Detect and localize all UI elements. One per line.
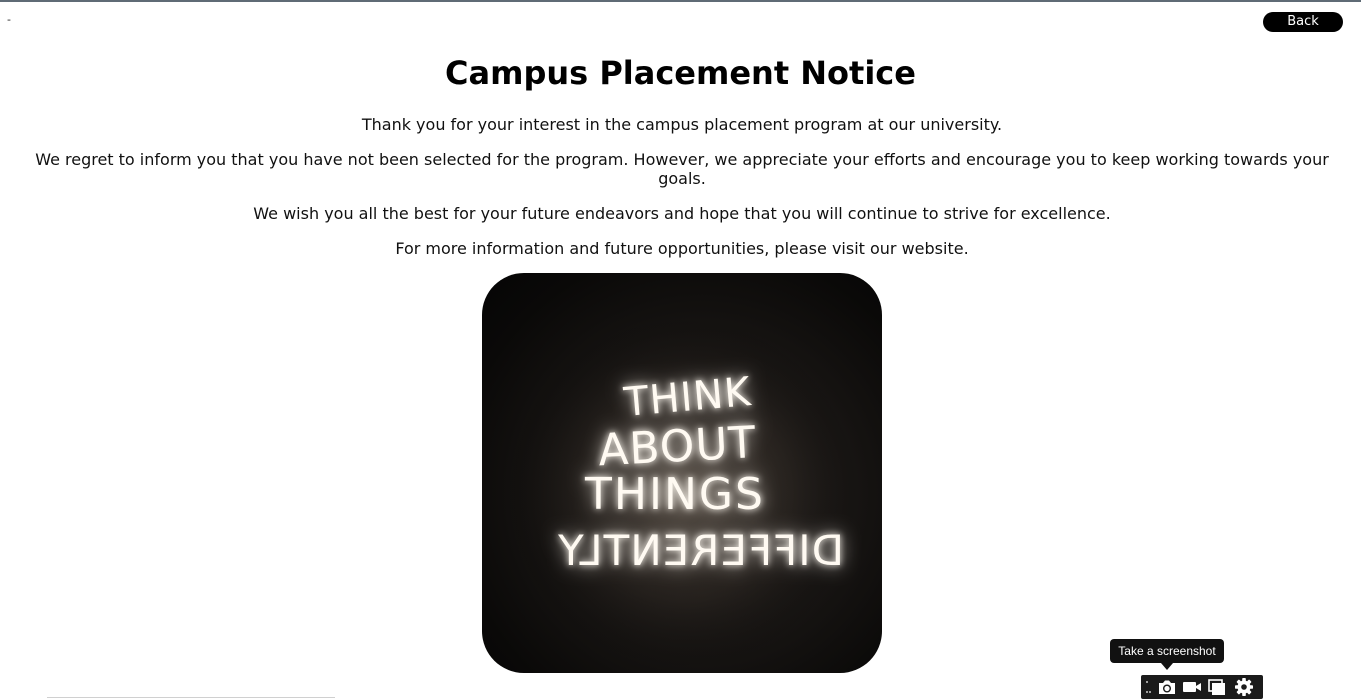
gear-icon[interactable] bbox=[1233, 677, 1255, 697]
tooltip-arrow bbox=[1161, 663, 1173, 670]
neon-sign-graphic: THINK ABOUT THINGS DIFFERENTLY bbox=[482, 273, 882, 673]
notice-paragraph-1: Thank you for your interest in the campu… bbox=[361, 115, 1003, 134]
neon-line-about: ABOUT bbox=[597, 417, 758, 476]
grip-icon[interactable] bbox=[1145, 679, 1151, 695]
back-button[interactable]: Back bbox=[1263, 12, 1343, 32]
capture-toolbar bbox=[1141, 675, 1263, 699]
screenshot-tooltip: Take a screenshot bbox=[1110, 639, 1224, 663]
notice-paragraph-2: We regret to inform you that you have no… bbox=[35, 150, 1329, 188]
page-title: Campus Placement Notice bbox=[445, 54, 916, 92]
camera-icon[interactable] bbox=[1156, 677, 1178, 697]
corner-mark: - bbox=[7, 13, 11, 26]
video-camera-icon[interactable] bbox=[1181, 677, 1203, 697]
window-copy-icon[interactable] bbox=[1206, 677, 1228, 697]
neon-sign-image: THINK ABOUT THINGS DIFFERENTLY bbox=[482, 273, 882, 673]
neon-line-things: THINGS bbox=[584, 469, 765, 520]
bottom-scroll-indicator bbox=[47, 697, 335, 698]
top-border bbox=[0, 0, 1361, 2]
notice-paragraph-3: We wish you all the best for your future… bbox=[253, 204, 1111, 223]
neon-line-differently: DIFFERENTLY bbox=[557, 526, 844, 575]
notice-paragraph-4: For more information and future opportun… bbox=[395, 239, 969, 258]
